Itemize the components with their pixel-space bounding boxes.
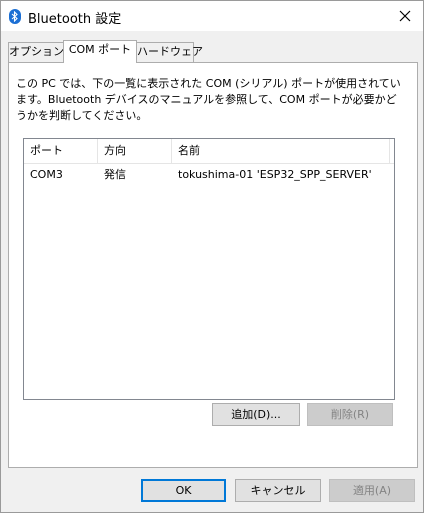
list-item[interactable]: COM3 発信 tokushima-01 'ESP32_SPP_SERVER'	[24, 166, 394, 184]
ok-button[interactable]: OK	[141, 479, 226, 502]
tab-options[interactable]: オプション	[8, 42, 64, 62]
port-cell: COM3	[30, 168, 63, 181]
name-cell: tokushima-01 'ESP32_SPP_SERVER'	[178, 168, 372, 181]
direction-cell: 発信	[104, 168, 126, 181]
column-header-port[interactable]: ポート	[24, 139, 98, 164]
column-header-name[interactable]: 名前	[172, 139, 390, 164]
tab-com-ports[interactable]: COM ポート	[63, 40, 137, 63]
apply-button[interactable]: 適用(A)	[329, 479, 415, 502]
cancel-button[interactable]: キャンセル	[235, 479, 321, 502]
close-button[interactable]	[393, 5, 417, 27]
close-icon	[399, 10, 411, 22]
column-header-direction[interactable]: 方向	[98, 139, 172, 164]
add-button[interactable]: 追加(D)...	[212, 403, 300, 426]
remove-button[interactable]: 削除(R)	[307, 403, 393, 426]
description-text: この PC では、下の一覧に表示された COM (シリアル) ポートが使用されて…	[16, 77, 401, 122]
window-title: Bluetooth 設定	[28, 12, 122, 27]
tab-strip: オプション COM ポート ハードウェア	[8, 40, 418, 63]
bluetooth-icon	[9, 9, 21, 24]
title-bar[interactable]: Bluetooth 設定	[1, 1, 423, 31]
list-header: ポート 方向 名前	[24, 139, 394, 164]
tab-hardware[interactable]: ハードウェア	[136, 42, 203, 62]
com-port-list[interactable]: ポート 方向 名前 COM3 発信 tokushima-01 'ESP32_SP…	[23, 138, 395, 400]
bluetooth-settings-window: Bluetooth 設定 オプション COM ポート ハードウェア この PC …	[0, 0, 424, 513]
